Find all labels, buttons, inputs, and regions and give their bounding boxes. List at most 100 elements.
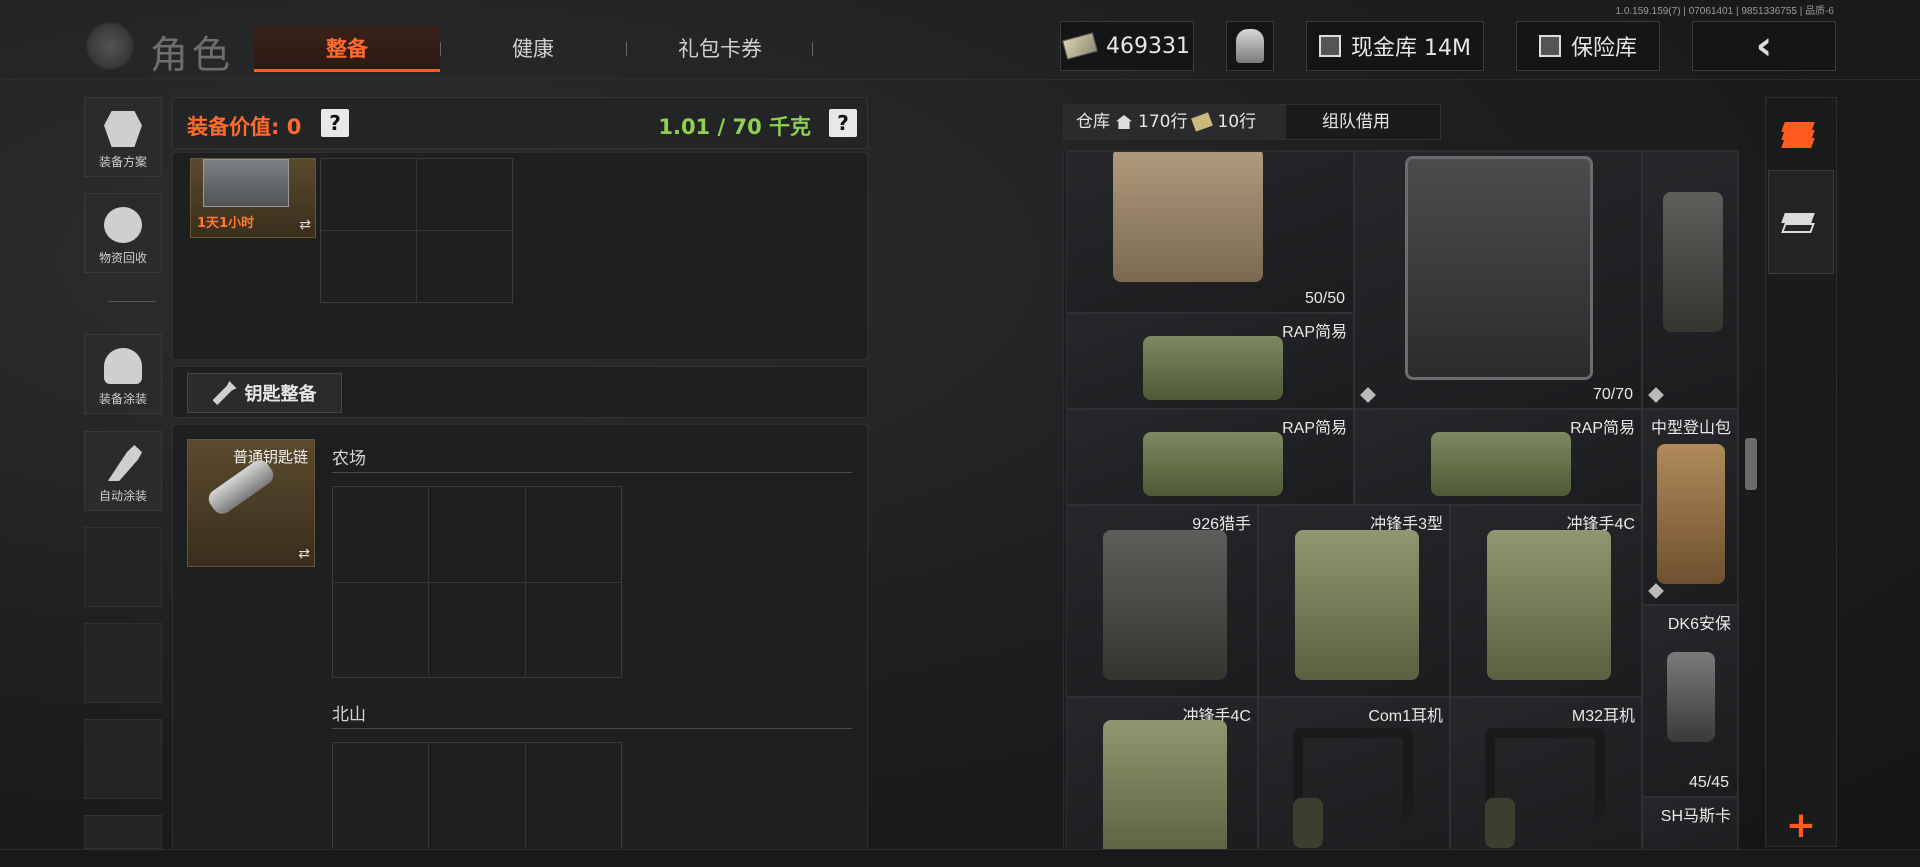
item-durability: 50/50 <box>1304 290 1345 307</box>
stack-refresh-icon <box>1781 118 1819 148</box>
north-mountain-key-grid[interactable] <box>332 742 622 850</box>
stash-item[interactable] <box>1642 151 1738 409</box>
stash-item[interactable]: 冲锋手3型 <box>1258 505 1450 697</box>
stash-item[interactable]: DK6安保 45/45 <box>1642 605 1738 797</box>
sidebar-empty-slot <box>84 527 162 607</box>
stash-item[interactable]: M32耳机 <box>1450 697 1642 849</box>
tab-divider <box>812 42 813 56</box>
tab-divider <box>626 42 627 56</box>
swap-icon[interactable]: ⇄ <box>298 546 310 562</box>
weight-help-button[interactable]: ? <box>829 109 857 137</box>
safe-vault-icon <box>1538 35 1561 57</box>
item-name: M32耳机 <box>1571 708 1635 725</box>
map-divider <box>332 728 852 729</box>
stash-grid: 50/50 70/70 RAP简易 RAP简易 RAP简易 中型登山包 926猎… <box>1063 150 1739 850</box>
tab-health[interactable]: 健康 <box>460 26 606 72</box>
safe-vault-button[interactable]: 保险库 <box>1516 21 1660 71</box>
item-name: RAP简易 <box>1570 420 1635 437</box>
stash-item[interactable]: RAP简易 <box>1066 409 1354 505</box>
bag-image <box>1663 192 1723 332</box>
sidebar-empty-slot <box>84 719 162 799</box>
sidebar-item-equipment-plan[interactable]: 装备方案 <box>84 97 162 177</box>
rap-roll-image <box>1143 432 1283 496</box>
equipment-value-bar: 装备价值: 0 ? 1.01 / 70 千克 ? <box>172 97 868 149</box>
stash-item[interactable]: 冲锋手4C <box>1450 505 1642 697</box>
headset-image <box>1293 728 1413 848</box>
safe-vault-label: 保险库 <box>1570 36 1637 61</box>
map-label-farm: 农场 <box>332 449 366 469</box>
stash-tab-label: 仓库 <box>1076 112 1110 132</box>
map-divider <box>332 472 852 473</box>
sidebar-item-label: 自动涂装 <box>98 489 147 503</box>
rap-roll-image <box>1143 336 1283 400</box>
stash-item[interactable]: 50/50 <box>1066 151 1354 313</box>
stash-item[interactable]: 70/70 <box>1354 151 1642 409</box>
carry-weight: 1.01 / 70 千克 <box>658 115 811 139</box>
stash-item[interactable]: 中型登山包 <box>1642 409 1738 605</box>
secure-case-item[interactable]: 1天1小时 ⇄ <box>190 158 316 238</box>
auto-paint-icon <box>107 445 142 481</box>
item-name: DK6安保 <box>1667 616 1731 633</box>
case-timer: 1天1小时 <box>197 216 255 231</box>
agent-button[interactable] <box>1226 21 1274 71</box>
cube-icon <box>1648 387 1664 403</box>
item-durability: 45/45 <box>1688 774 1729 791</box>
stash-item[interactable]: RAP简易 <box>1066 313 1354 409</box>
swap-icon[interactable]: ⇄ <box>299 217 311 233</box>
plus-icon: + <box>1785 804 1817 846</box>
plate-carrier-image <box>1405 156 1593 380</box>
stack-download-button[interactable] <box>1768 170 1834 274</box>
back-button[interactable]: ‹ <box>1692 21 1836 71</box>
tab-team-borrow[interactable]: 组队借用 <box>1310 105 1440 139</box>
stash-tabs: 仓库 170行 10行 组队借用 <box>1063 104 1441 140</box>
grid-line <box>320 230 513 231</box>
key-equip-button[interactable]: 钥匙整备 <box>187 373 342 413</box>
home-icon <box>1116 115 1132 129</box>
cube-icon <box>1360 387 1376 403</box>
grid-line <box>428 742 429 850</box>
tab-equipment[interactable]: 整备 <box>254 26 440 72</box>
top-bar: 角色 整备 健康 礼包卡券 469331 现金库 14M 保险库 ‹ <box>0 0 1920 80</box>
stash-item[interactable]: 冲锋手4C <box>1066 697 1258 849</box>
guard-image <box>1667 652 1715 742</box>
sidebar-divider <box>108 301 156 302</box>
stash-item[interactable]: RAP简易 <box>1354 409 1642 505</box>
value-help-button[interactable]: ? <box>321 109 349 137</box>
equipment-plan-icon <box>104 111 142 147</box>
tab-gift-cards[interactable]: 礼包卡券 <box>640 26 800 72</box>
bag-image <box>1103 720 1227 849</box>
stash-scrollbar[interactable] <box>1745 438 1757 490</box>
agent-icon <box>1236 29 1264 63</box>
sidebar-item-recycle[interactable]: 物资回收 <box>84 193 162 273</box>
money-icon <box>1061 32 1099 60</box>
helmet-paint-icon <box>104 348 142 384</box>
cash-vault-icon <box>1319 35 1341 57</box>
stack-download-icon <box>1781 207 1819 237</box>
cash-vault-label: 现金库 14M <box>1351 36 1471 61</box>
bag-image <box>1103 530 1227 680</box>
sidebar-empty-slot <box>84 623 162 703</box>
item-name: 中型登山包 <box>1650 420 1731 437</box>
stash-rows: 170行 <box>1138 112 1188 132</box>
money-display[interactable]: 469331 <box>1060 21 1194 71</box>
wrench-icon <box>212 381 237 405</box>
sidebar-item-label: 物资回收 <box>98 251 147 265</box>
tab-divider <box>440 42 441 56</box>
sidebar-item-auto-paint[interactable]: 自动涂装 <box>84 431 162 511</box>
secure-case-image <box>203 159 289 207</box>
key-equip-label: 钥匙整备 <box>244 384 317 405</box>
sidebar-item-equipment-paint[interactable]: 装备涂装 <box>84 334 162 414</box>
recycle-icon <box>104 207 142 243</box>
tab-stash[interactable]: 仓库 170行 10行 <box>1064 105 1286 139</box>
stash-item[interactable]: SH马斯卡 <box>1642 797 1738 849</box>
headset-image <box>1485 728 1605 848</box>
grid-line <box>332 582 622 583</box>
sort-stash-button[interactable] <box>1768 100 1834 166</box>
keychain-item[interactable]: 普通钥匙链 ⇄ <box>187 439 315 567</box>
back-arrow-icon: ‹ <box>1755 23 1773 69</box>
cash-vault-button[interactable]: 现金库 14M <box>1306 21 1484 71</box>
role-logo <box>84 22 136 70</box>
stash-item[interactable]: 926猎手 <box>1066 505 1258 697</box>
cash-rows: 10行 <box>1217 112 1257 132</box>
stash-item[interactable]: Com1耳机 <box>1258 697 1450 849</box>
